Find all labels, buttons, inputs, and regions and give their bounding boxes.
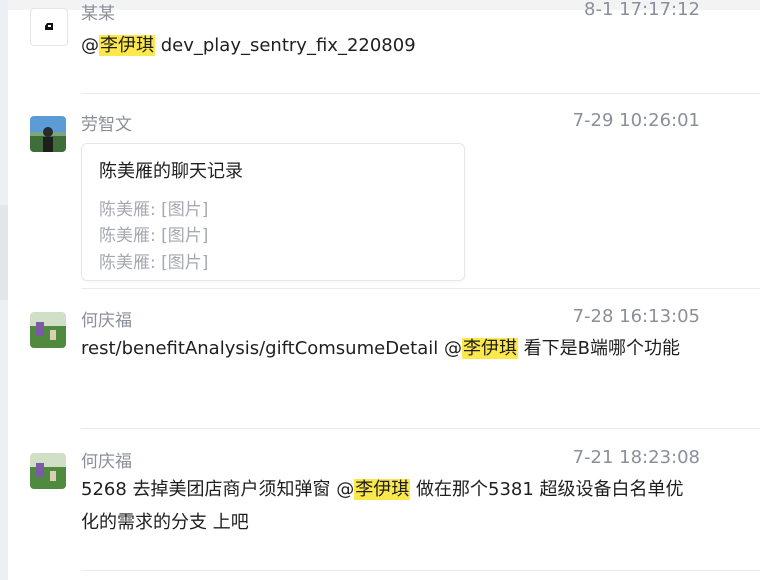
- sender-name: 何庆福: [81, 311, 132, 331]
- message-time: 7-29 10:26:01: [572, 110, 700, 131]
- chat-message: 某某 8-1 17:17:12 @李伊琪 dev_play_sentry_fix…: [8, 0, 760, 95]
- message-time: 7-28 16:13:05: [572, 306, 700, 327]
- message-divider: [81, 93, 760, 94]
- message-divider: [81, 428, 760, 429]
- field-photo-icon: [30, 312, 66, 348]
- message-text-body: rest/benefitAnalysis/giftComsumeDetail @: [81, 338, 462, 359]
- sender-name: 劳智文: [81, 115, 132, 135]
- card-title: 陈美雁的聊天记录: [99, 161, 243, 182]
- app-logo-avatar[interactable]: [30, 8, 68, 46]
- app-logo-icon: [45, 23, 53, 30]
- field-avatar[interactable]: [30, 312, 66, 348]
- person-photo-icon: [30, 116, 66, 152]
- message-time: 7-21 18:23:08: [572, 447, 700, 468]
- mention-tag[interactable]: 李伊琪: [461, 338, 518, 359]
- chat-message: 何庆福 7-21 18:23:08 5268 去掉美团店商户须知弹窗 @李伊琪 …: [8, 430, 760, 580]
- mention-tag[interactable]: 李伊琪: [354, 479, 411, 500]
- field-photo-icon: [30, 453, 66, 489]
- chat-message: 劳智文 7-29 10:26:01 陈美雁的聊天记录 陈美雁: [图片] 陈美雁…: [8, 95, 760, 290]
- message-time: 8-1 17:17:12: [584, 0, 700, 20]
- chat-history-card[interactable]: 陈美雁的聊天记录 陈美雁: [图片] 陈美雁: [图片] 陈美雁: [图片]: [81, 143, 465, 281]
- mention-prefix: @: [81, 35, 99, 56]
- sender-name: 某某: [81, 4, 115, 24]
- sender-name: 何庆福: [81, 452, 132, 472]
- message-text: 5268 去掉美团店商户须知弹窗 @李伊琪 做在那个5381 超级设备白名单优化…: [81, 473, 696, 539]
- card-line: 陈美雁: [图片]: [99, 200, 209, 220]
- message-text-body: 看下是B端哪个功能: [517, 338, 681, 359]
- left-panel-scroll-indicator: [0, 205, 8, 300]
- person-landscape-avatar[interactable]: [30, 116, 66, 152]
- message-text: rest/benefitAnalysis/giftComsumeDetail @…: [81, 332, 696, 365]
- field-avatar[interactable]: [30, 453, 66, 489]
- message-divider: [81, 570, 760, 571]
- chat-message: 何庆福 7-28 16:13:05 rest/benefitAnalysis/g…: [8, 290, 760, 430]
- message-text: @李伊琪 dev_play_sentry_fix_220809: [81, 29, 696, 62]
- card-line: 陈美雁: [图片]: [99, 226, 209, 246]
- card-line: 陈美雁: [图片]: [99, 253, 209, 273]
- message-text-body: dev_play_sentry_fix_220809: [155, 35, 416, 56]
- message-text-body: 5268 去掉美团店商户须知弹窗 @: [81, 479, 355, 500]
- message-divider: [81, 288, 760, 289]
- mention-tag[interactable]: 李伊琪: [99, 35, 155, 56]
